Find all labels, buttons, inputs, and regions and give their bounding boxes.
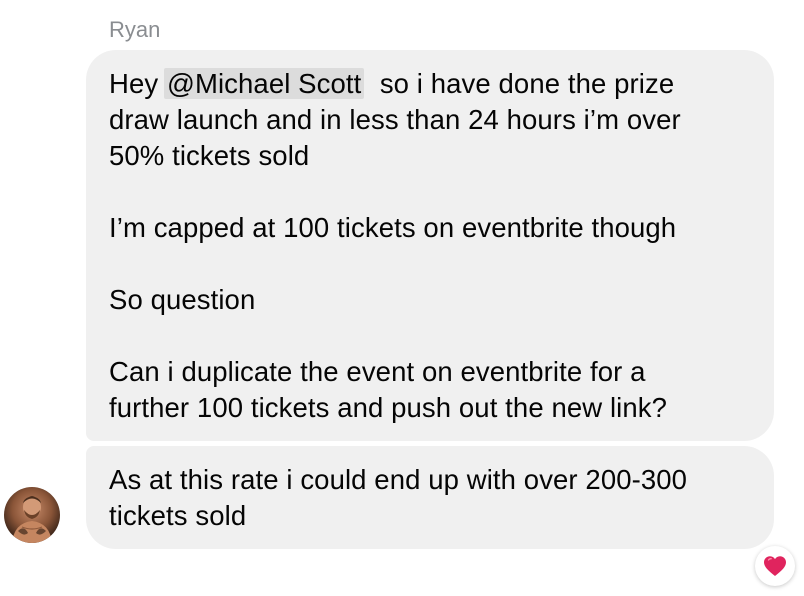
sender-name: Ryan	[109, 17, 161, 42]
message-bubble-1[interactable]: Hey @Michael Scott so i have done the pr…	[86, 50, 774, 441]
message-text: Hey	[109, 68, 166, 99]
message-line: 50% tickets sold	[109, 140, 310, 171]
message-line: Can i duplicate the event on eventbrite …	[109, 356, 646, 387]
heart-icon	[764, 556, 786, 576]
message-line: Hey @Michael Scott so i have done the pr…	[109, 66, 774, 102]
message-bubble-2[interactable]: As at this rate i could end up with over…	[86, 446, 774, 549]
mention-link[interactable]: @Michael Scott	[163, 68, 365, 99]
message-line: tickets sold	[109, 500, 247, 531]
message-text: so i have done the prize	[364, 68, 675, 99]
message-line: I’m capped at 100 tickets on eventbrite …	[109, 212, 677, 243]
avatar-photo-icon	[12, 496, 52, 543]
message-line: further 100 tickets and push out the new…	[109, 392, 667, 423]
user-avatar[interactable]	[4, 487, 60, 543]
message-line: draw launch and in less than 24 hours i’…	[109, 104, 681, 135]
heart-reaction[interactable]	[755, 546, 795, 586]
message-line: As at this rate i could end up with over…	[109, 464, 688, 495]
message-line: So question	[109, 284, 256, 315]
